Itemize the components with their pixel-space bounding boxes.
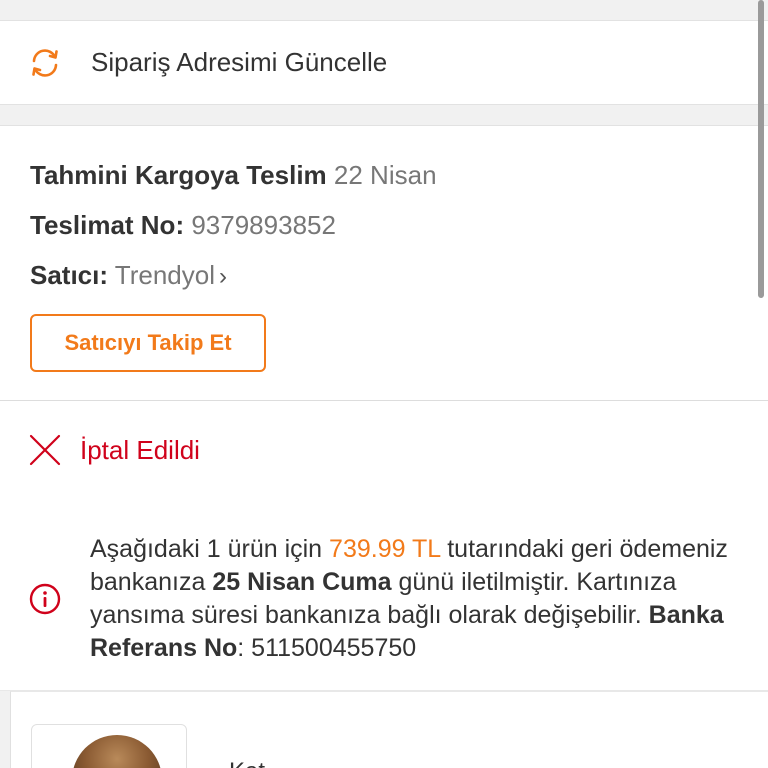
delivery-number-label: Teslimat No: <box>30 210 185 240</box>
order-detail-page: Sipariş Adresimi Güncelle Tahmini Kargoy… <box>0 0 768 768</box>
bank-reference-value: 511500455750 <box>251 634 417 662</box>
delivery-number-value: 9379893852 <box>191 210 336 240</box>
product-item[interactable]: Kat <box>10 691 768 768</box>
estimated-delivery-value: 22 Nisan <box>333 160 437 190</box>
estimated-delivery-label: Tahmini Kargoya Teslim <box>30 160 327 190</box>
top-divider <box>0 0 768 21</box>
product-name: Kat <box>229 758 265 768</box>
scrollbar[interactable] <box>758 0 764 298</box>
bank-reference-separator: : <box>237 634 245 662</box>
update-address-label: Sipariş Adresimi Güncelle <box>91 47 388 77</box>
refund-text-part-1: Aşağıdaki 1 ürün için <box>90 535 323 563</box>
shipment-info-card: Tahmini Kargoya Teslim 22 Nisan Teslimat… <box>0 126 768 401</box>
delivery-number-row: Teslimat No: 9379893852 <box>30 206 738 256</box>
product-image[interactable] <box>31 724 187 768</box>
update-address-button[interactable]: Sipariş Adresimi Güncelle <box>0 21 768 105</box>
seller-row[interactable]: Satıcı: Trendyol › <box>30 256 738 306</box>
refund-notice: Aşağıdaki 1 ürün için 739.99 TL tutarınd… <box>28 533 738 665</box>
seller-link[interactable]: Trendyol <box>115 260 215 290</box>
refund-text: Aşağıdaki 1 ürün için 739.99 TL tutarınd… <box>90 533 738 665</box>
cancellation-status: İptal Edildi <box>80 434 200 465</box>
cancellation-header: İptal Edildi <box>28 433 200 467</box>
follow-seller-button[interactable]: Satıcıyı Takip Et <box>30 314 266 372</box>
chevron-right-icon: › <box>219 263 227 290</box>
refund-date: 25 Nisan Cuma <box>212 568 392 596</box>
close-icon <box>28 433 62 467</box>
estimated-delivery-row: Tahmini Kargoya Teslim 22 Nisan <box>30 156 738 206</box>
info-icon <box>28 582 62 616</box>
section-divider <box>0 105 768 126</box>
refund-amount: 739.99 TL <box>329 535 441 563</box>
product-photo <box>72 735 162 768</box>
seller-label: Satıcı: <box>30 260 109 290</box>
refresh-icon <box>28 46 62 80</box>
cancellation-card: İptal Edildi Aşağıdaki 1 ürün için 739.9… <box>0 401 768 691</box>
